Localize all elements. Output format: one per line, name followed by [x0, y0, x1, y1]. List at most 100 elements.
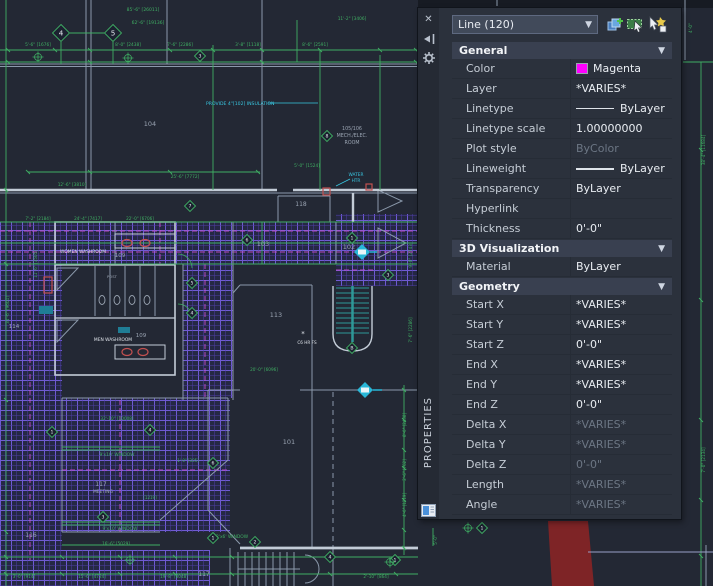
property-row: Delta Z 0'-0" [452, 455, 672, 475]
drawing-label: 117 [95, 481, 107, 488]
section-header-3d-visualization[interactable]: 3D Visualization ▼ [452, 240, 672, 257]
drawing-label: 7'-2" [2184] [25, 216, 51, 221]
property-value[interactable]: *VARIES* [570, 79, 672, 98]
quick-select-button[interactable] [646, 15, 667, 34]
palette-tab[interactable]: PROPERTIES [418, 373, 439, 493]
palette-header: Line (120) ▼ [439, 8, 681, 41]
svg-text:5: 5 [191, 281, 194, 287]
property-label: Color [466, 62, 495, 75]
section-header-general[interactable]: General ▼ [452, 42, 672, 59]
property-value[interactable]: *VARIES* [570, 295, 672, 314]
drawing-label: 3'-0" [914] [13, 574, 36, 579]
property-row: Angle *VARIES* [452, 495, 672, 515]
chevron-down-icon: ▼ [658, 243, 665, 254]
drawing-label: 4'-0" [1219] [402, 493, 407, 517]
drawing-label: PROVIDE 4"[102] INSULATION [206, 101, 274, 107]
drawing-label: 101 [283, 438, 295, 446]
property-value[interactable]: 0'-0" [570, 335, 672, 354]
drawing-label: C6 HR FS [297, 340, 317, 345]
svg-text:1: 1 [51, 430, 54, 436]
property-row: Hyperlink [452, 199, 672, 219]
palette-window-icon[interactable] [421, 502, 436, 517]
property-value[interactable]: 0'-0" [570, 395, 672, 414]
property-label: Start Y [466, 318, 504, 331]
property-label: Hyperlink [466, 202, 519, 215]
property-value[interactable]: Magenta [570, 59, 672, 78]
property-row: Material ByLayer [452, 257, 672, 277]
svg-text:1: 1 [394, 558, 397, 564]
drawing-label: 12'-6" [3810] [58, 182, 87, 188]
drawing-label: 117 [198, 571, 210, 578]
property-label: Angle [466, 498, 498, 511]
property-value[interactable]: *VARIES* [570, 375, 672, 394]
property-label: Linetype scale [466, 122, 546, 135]
property-value[interactable]: 1.00000000 [570, 119, 672, 138]
svg-text:4: 4 [191, 311, 194, 317]
property-value[interactable]: *VARIES* [570, 315, 672, 334]
property-value[interactable]: ByLayer [570, 99, 672, 118]
toggle-pickadd-button[interactable] [604, 15, 625, 34]
close-icon[interactable]: ✕ [421, 12, 436, 27]
drawing-label: 118 [295, 201, 307, 208]
svg-text:6: 6 [212, 461, 215, 467]
property-row: Transparency ByLayer [452, 179, 672, 199]
drawing-label: HTR [352, 178, 361, 184]
property-row: Start Y *VARIES* [452, 315, 672, 335]
drawing-label: WATER [349, 172, 364, 178]
drawing-label: * [301, 330, 305, 338]
property-sections: General ▼ Color Magenta Layer *VARIES* Linetyp… [452, 41, 672, 515]
svg-text:1: 1 [481, 526, 484, 532]
drawing-label: MEN WASHROOM [94, 337, 132, 343]
property-label: Linetype [466, 102, 514, 115]
svg-text:4: 4 [149, 428, 152, 434]
property-value[interactable]: *VARIES* [570, 435, 672, 454]
drawing-label: 2'-6" [762] [402, 459, 407, 481]
svg-text:4: 4 [59, 28, 64, 37]
svg-text:3: 3 [387, 273, 390, 279]
property-row: Linetype scale 1.00000000 [452, 119, 672, 139]
autocad-app: { "colors": { "green": "#3fae63", "cyan"… [0, 0, 713, 586]
auto-hide-icon[interactable] [421, 31, 436, 46]
drawing-label: 7'-6" [2286] [167, 42, 193, 48]
property-value[interactable]: ByLayer [570, 179, 672, 198]
section-header-geometry[interactable]: Geometry ▼ [452, 278, 672, 295]
drawing-label: POST [107, 274, 118, 279]
property-value[interactable]: ByColor [570, 139, 672, 158]
property-value[interactable]: 0'-0" [570, 455, 672, 474]
svg-text:7: 7 [189, 204, 192, 210]
property-value[interactable] [570, 199, 672, 218]
property-value[interactable]: 0'-0" [570, 219, 672, 238]
property-row: Plot style ByColor [452, 139, 672, 159]
property-row: Lineweight ByLayer [452, 159, 672, 179]
property-row: End X *VARIES* [452, 355, 672, 375]
property-value[interactable]: *VARIES* [570, 355, 672, 374]
palette-content: Line (120) ▼ General ▼ Color Magenta Layer *V… [439, 8, 681, 519]
drawing-label: 22'-0" [6706] [126, 216, 154, 221]
drawing-label: 7'-0" [2134] [701, 447, 706, 473]
property-value[interactable]: *VARIES* [570, 495, 672, 514]
drawing-label: 5'-0" [1524] [294, 163, 320, 169]
drawing-label: 109 [136, 333, 147, 339]
property-value[interactable]: *VARIES* [570, 415, 672, 434]
drawing-label: MEETING [93, 489, 114, 495]
property-row: Thickness 0'-0" [452, 219, 672, 239]
drawing-label: 24'-4" [7417] [74, 216, 102, 221]
property-row: Start X *VARIES* [452, 295, 672, 315]
drawing-label: 19'-8" [6048] [160, 574, 188, 579]
object-type-dropdown[interactable]: Line (120) ▼ [452, 15, 598, 34]
svg-text:8: 8 [326, 134, 329, 140]
property-value[interactable]: ByLayer [570, 257, 672, 276]
drawing-label: 11'-6" [3505] [33, 250, 38, 278]
property-label: Delta Y [466, 438, 506, 451]
linetype-sample [576, 167, 614, 170]
drawing-label: MECH./ELEC. [337, 133, 368, 139]
property-value[interactable]: *VARIES* [570, 475, 672, 494]
gear-icon[interactable] [421, 50, 436, 65]
select-objects-button[interactable] [625, 15, 646, 34]
drawing-label: 8'-6" [2591] [302, 42, 328, 48]
svg-text:B: B [350, 346, 353, 352]
property-value[interactable]: ByLayer [570, 159, 672, 178]
property-label: Lineweight [466, 162, 527, 175]
drawing-label: 3'-8" [1118] [235, 42, 261, 48]
drawing-label: 9'x10' WINDOW [100, 452, 136, 458]
